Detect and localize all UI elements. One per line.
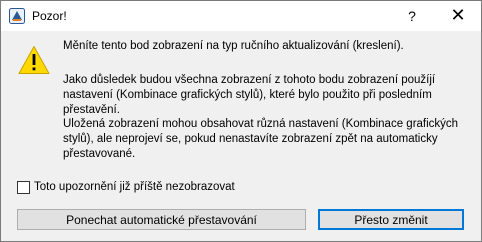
- warning-dialog: Pozor! ? ✕ Měníte tento bod zobrazení na…: [0, 0, 482, 242]
- warning-icon: [18, 45, 50, 75]
- message-paragraph-consequence: Jako důsledek budou všechna zobrazení z …: [63, 74, 436, 116]
- dont-show-again-checkbox[interactable]: [17, 181, 30, 194]
- dont-show-again-label[interactable]: Toto upozornění již příště nezobrazovat: [34, 181, 235, 193]
- app-icon: [9, 8, 25, 24]
- message-line: Měníte tento bod zobrazení na typ ručníh…: [63, 40, 404, 52]
- message-paragraph-saved-views: Uložená zobrazení mohou obsahovat různá …: [63, 118, 459, 160]
- window-title: Pozor!: [32, 9, 67, 23]
- keep-auto-rebuild-button[interactable]: Ponechat automatické přestavování: [17, 209, 306, 230]
- close-button[interactable]: ✕: [435, 1, 481, 31]
- help-button[interactable]: ?: [389, 1, 435, 31]
- change-anyway-button[interactable]: Přesto změnit: [318, 209, 464, 230]
- title-bar: Pozor! ? ✕: [1, 1, 481, 31]
